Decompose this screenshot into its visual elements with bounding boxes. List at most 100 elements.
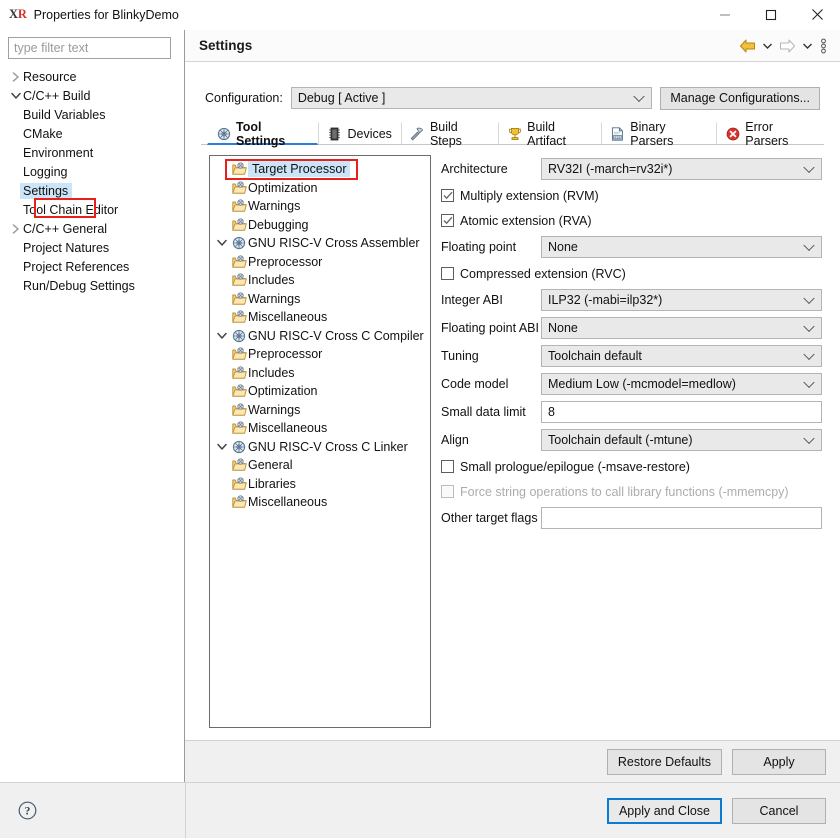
tab-build-steps[interactable]: Build Steps [400, 120, 498, 148]
multiply-extension-row[interactable]: Multiply extension (RVM) [441, 185, 822, 206]
atomic-extension-row[interactable]: Atomic extension (RVA) [441, 210, 822, 231]
sidebar-item-settings[interactable]: Settings [0, 181, 184, 200]
sidebar-item-label: Project References [23, 259, 130, 274]
tool-tree-item-gnu-risc-v-cross-c-compiler[interactable]: GNU RISC-V Cross C Compiler [210, 327, 430, 346]
close-icon[interactable] [794, 0, 840, 30]
back-history-chevron-down-icon[interactable] [760, 35, 774, 57]
view-menu-icon[interactable] [816, 35, 830, 57]
compressed-extension-checkbox[interactable] [441, 267, 454, 280]
sidebar-item-tool-chain-editor[interactable]: Tool Chain Editor [0, 200, 184, 219]
floating-point-select[interactable]: None [541, 235, 822, 258]
tool-tree-item-label: Includes [248, 273, 295, 288]
folder-tool-icon [230, 495, 248, 509]
page-title: Settings [199, 38, 253, 53]
configuration-select[interactable]: Debug [ Active ] [290, 87, 653, 109]
small-data-limit-input[interactable] [541, 400, 822, 423]
sidebar-item-cmake[interactable]: CMake [0, 124, 184, 143]
folder-tool-icon [230, 255, 248, 269]
tab-build-artifact[interactable]: Build Artifact [498, 120, 601, 148]
sidebar-item-environment[interactable]: Environment [0, 143, 184, 162]
forward-history-chevron-down-icon[interactable] [800, 35, 814, 57]
app-logo-icon: XR [9, 7, 27, 22]
sidebar-item-resource[interactable]: Resource [0, 67, 184, 86]
sidebar-item-project-references[interactable]: Project References [0, 257, 184, 276]
code-model-select[interactable]: Medium Low (-mcmodel=medlow) [541, 372, 822, 395]
tool-tree-item-includes[interactable]: Includes [210, 271, 430, 290]
tool-tree-item-label: Warnings [248, 402, 301, 417]
tool-tree-item-miscellaneous[interactable]: Miscellaneous [210, 308, 430, 327]
architecture-select[interactable]: RV32I (-march=rv32i*) [541, 157, 822, 180]
tool-tree-item-miscellaneous[interactable]: Miscellaneous [210, 419, 430, 438]
tool-tree-item-general[interactable]: General [210, 456, 430, 475]
tab-error-parsers[interactable]: Error Parsers [716, 120, 824, 148]
small-prologue-checkbox[interactable] [441, 460, 454, 473]
sidebar-item-c-c-build[interactable]: C/C++ Build [0, 86, 184, 105]
folder-tool-icon [230, 477, 248, 491]
chevron-down-icon[interactable] [214, 443, 230, 451]
sidebar-item-run-debug-settings[interactable]: Run/Debug Settings [0, 276, 184, 295]
small-data-limit-row: Small data limit [441, 400, 822, 423]
sidebar-item-build-variables[interactable]: Build Variables [0, 105, 184, 124]
tool-tree-item-preprocessor[interactable]: Preprocessor [210, 253, 430, 272]
filter-input[interactable] [8, 37, 171, 59]
folder-tool-icon [230, 384, 248, 398]
tool-tree-item-warnings[interactable]: Warnings [210, 401, 430, 420]
cancel-button[interactable]: Cancel [732, 797, 826, 824]
back-arrow-icon[interactable] [736, 35, 758, 57]
tool-tree-item-target-processor[interactable]: Target Processor [210, 160, 430, 179]
small-prologue-row[interactable]: Small prologue/epilogue (-msave-restore) [441, 456, 822, 477]
tool-tree-item-warnings[interactable]: Warnings [210, 290, 430, 309]
tab-devices[interactable]: Devices [318, 122, 400, 144]
tuning-select[interactable]: Toolchain default [541, 344, 822, 367]
tool-tree-item-libraries[interactable]: Libraries [210, 475, 430, 494]
align-label: Align [441, 432, 469, 447]
chevron-down-icon[interactable] [8, 92, 23, 100]
title-bar: XR Properties for BlinkyDemo [0, 0, 840, 30]
sidebar-item-label: Environment [23, 145, 94, 160]
multiply-extension-checkbox[interactable] [441, 189, 454, 202]
tool-tree-item-miscellaneous[interactable]: Miscellaneous [210, 493, 430, 512]
tab-binary-parsers[interactable]: 010 Binary Parsers [601, 120, 716, 148]
sidebar-item-project-natures[interactable]: Project Natures [0, 238, 184, 257]
apply-and-close-button[interactable]: Apply and Close [606, 797, 722, 824]
folder-tool-icon [230, 218, 248, 232]
maximize-icon[interactable] [748, 0, 794, 30]
tool-tree-item-optimization[interactable]: Optimization [210, 179, 430, 198]
manage-configurations-button[interactable]: Manage Configurations... [660, 86, 820, 110]
tab-tool-settings[interactable]: Tool Settings [207, 120, 319, 148]
tool-tree-item-optimization[interactable]: Optimization [210, 382, 430, 401]
align-select[interactable]: Toolchain default (-mtune) [541, 428, 822, 451]
chevron-right-icon[interactable] [8, 71, 23, 82]
chevron-down-icon[interactable] [214, 332, 230, 340]
chip-icon [327, 126, 342, 141]
sidebar-item-label: Project Natures [23, 240, 110, 255]
apply-button[interactable]: Apply [732, 748, 826, 775]
tool-tree-item-label: Preprocessor [248, 254, 323, 269]
tuning-label: Tuning [441, 348, 479, 363]
tool-tree[interactable]: Target Processor Optimization Warnings Debu… [209, 155, 431, 728]
restore-defaults-button[interactable]: Restore Defaults [606, 748, 722, 775]
tool-tree-item-warnings[interactable]: Warnings [210, 197, 430, 216]
tool-tree-item-gnu-risc-v-cross-c-linker[interactable]: GNU RISC-V Cross C Linker [210, 438, 430, 457]
chevron-right-icon[interactable] [8, 223, 23, 234]
sidebar-item-logging[interactable]: Logging [0, 162, 184, 181]
compressed-extension-row[interactable]: Compressed extension (RVC) [441, 263, 822, 284]
help-icon[interactable]: ? [16, 800, 38, 822]
integer-abi-select[interactable]: ILP32 (-mabi=ilp32*) [541, 288, 822, 311]
tool-tree-item-preprocessor[interactable]: Preprocessor [210, 345, 430, 364]
other-target-flags-input[interactable] [541, 506, 822, 529]
floating-point-row: Floating point None [441, 235, 822, 258]
chevron-down-icon[interactable] [214, 239, 230, 247]
tool-tree-item-includes[interactable]: Includes [210, 364, 430, 383]
tool-tree-item-debugging[interactable]: Debugging [210, 216, 430, 235]
folder-tool-icon [230, 366, 248, 380]
atomic-extension-checkbox[interactable] [441, 214, 454, 227]
sidebar-item-c-c-general[interactable]: C/C++ General [0, 219, 184, 238]
folder-tool-icon [230, 273, 248, 287]
tool-tree-item-gnu-risc-v-cross-assembler[interactable]: GNU RISC-V Cross Assembler [210, 234, 430, 253]
integer-abi-value: ILP32 (-mabi=ilp32*) [548, 292, 663, 307]
forward-arrow-icon[interactable] [776, 35, 798, 57]
floating-point-abi-select[interactable]: None [541, 316, 822, 339]
tool-tree-item-label: Miscellaneous [248, 421, 328, 436]
minimize-icon[interactable] [702, 0, 748, 30]
